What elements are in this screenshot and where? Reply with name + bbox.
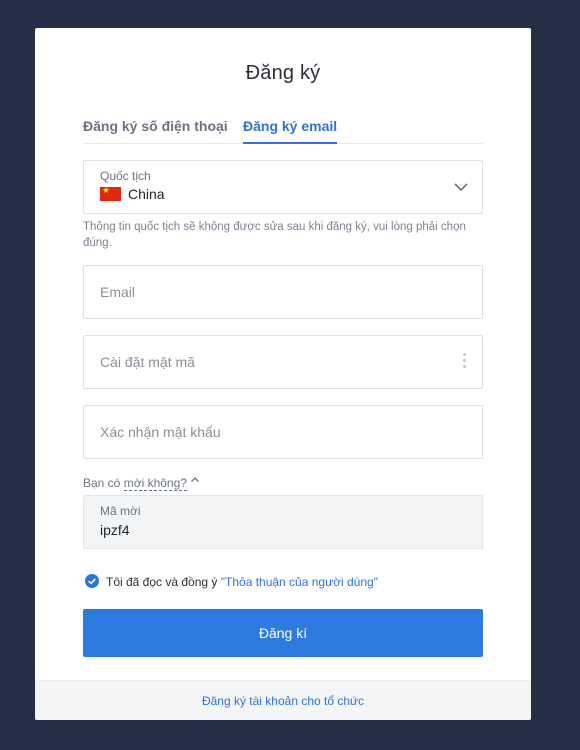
agreement-checkbox[interactable] — [85, 574, 99, 588]
agreement-text-wrap: Tôi đã đọc và đồng ý "Thỏa thuận của ngư… — [106, 575, 378, 589]
register-card: Đăng ký Đăng ký số điện thoại Đăng ký em… — [35, 28, 531, 720]
china-flag-icon: ★ — [100, 187, 121, 201]
invite-toggle[interactable]: Bạn có mời không? — [83, 476, 199, 491]
password-field[interactable]: Cài đặt mật mã — [83, 335, 483, 389]
page-title: Đăng ký — [245, 62, 321, 84]
confirm-password-field[interactable]: Xác nhận mật khẩu — [83, 405, 483, 459]
agreement-text: Tôi đã đọc và đồng ý — [106, 575, 221, 589]
invite-code-label: Mã mời — [100, 504, 141, 518]
check-icon — [88, 578, 96, 585]
tab-phone-register[interactable]: Đăng ký số điện thoại — [83, 116, 228, 142]
tab-email-register[interactable]: Đăng ký email — [243, 116, 338, 144]
register-tabs: Đăng ký số điện thoại Đăng ký email — [83, 116, 483, 144]
confirm-password-placeholder: Xác nhận mật khẩu — [100, 424, 221, 440]
user-agreement-link[interactable]: "Thỏa thuận của người dùng" — [221, 575, 378, 589]
nationality-value: China — [128, 186, 165, 202]
chevron-up-icon — [191, 477, 199, 482]
chevron-down-icon — [454, 183, 468, 192]
organization-register-link[interactable]: Đăng ký tài khoản cho tổ chức — [202, 694, 364, 708]
email-field[interactable]: Email — [83, 265, 483, 319]
invite-code-value: ipzf4 — [100, 522, 130, 538]
password-placeholder: Cài đặt mật mã — [100, 354, 195, 370]
email-placeholder: Email — [100, 284, 136, 300]
more-options-icon[interactable] — [463, 353, 467, 371]
nationality-hint: Thông tin quốc tịch sẽ không được sửa sa… — [83, 221, 466, 249]
register-button[interactable]: Đăng kí — [83, 609, 483, 657]
invite-question-link[interactable]: mời không? — [123, 476, 187, 491]
invite-code-field[interactable]: Mã mời ipzf4 — [83, 495, 483, 549]
invite-question-prefix: Bạn có — [83, 476, 124, 490]
nationality-label: Quốc tịch — [100, 169, 151, 183]
organization-register-bar: Đăng ký tài khoản cho tổ chức — [35, 680, 531, 720]
nationality-select[interactable]: Quốc tịch ★ China — [83, 160, 483, 214]
